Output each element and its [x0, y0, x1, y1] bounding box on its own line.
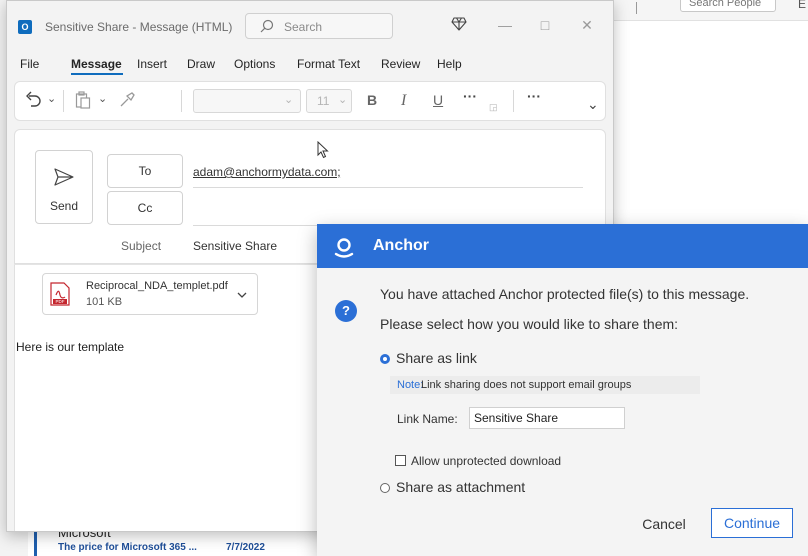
italic-button[interactable]: I [401, 92, 406, 110]
bold-button[interactable]: B [367, 92, 377, 108]
anchor-dialog: Anchor ? You have attached Anchor protec… [317, 224, 808, 556]
chevron-down-icon: ⌄ [338, 94, 348, 106]
tab-insert[interactable]: Insert [137, 57, 167, 71]
search-placeholder: Search [284, 20, 323, 34]
to-field-underline [193, 187, 583, 188]
tab-help[interactable]: Help [437, 57, 462, 71]
paste-dropdown-icon[interactable]: ⌄ [98, 92, 107, 105]
attachment-name: Reciprocal_NDA_templet.pdf [86, 280, 228, 292]
dialog-header: Anchor [317, 224, 808, 268]
dialog-message-line2: Please select how you would like to shar… [380, 316, 679, 332]
toolbar-edge-char: E [798, 0, 807, 11]
ribbon-separator [513, 90, 514, 112]
send-label: Send [49, 199, 79, 213]
ribbon: ⌄ ⌄ ⌄ 11 ⌄ B I U ··· ◲ ··· ⌄ [14, 81, 606, 121]
share-as-attachment-radio[interactable] [380, 483, 390, 493]
search-icon [260, 19, 274, 36]
note-text: Link sharing does not support email grou… [421, 379, 632, 391]
to-button[interactable]: To [107, 154, 183, 188]
send-button[interactable]: Send [35, 150, 93, 224]
title-search-box[interactable]: Search [245, 13, 393, 39]
outlook-icon: O [18, 20, 32, 34]
title-bar: O Sensitive Share - Message (HTML) Searc… [7, 1, 613, 51]
attachment-chip[interactable]: PDF Reciprocal_NDA_templet.pdf 101 KB [42, 273, 258, 315]
share-as-link-label[interactable]: Share as link [396, 350, 477, 366]
send-icon [53, 167, 75, 190]
mouse-cursor-icon [317, 140, 329, 162]
subject-field[interactable]: Sensitive Share [193, 239, 277, 253]
allow-unprotected-download-label[interactable]: Allow unprotected download [411, 454, 561, 468]
ribbon-expand-button[interactable]: ⌄ [587, 96, 599, 113]
tab-file[interactable]: File [20, 57, 39, 71]
font-name-dropdown[interactable]: ⌄ [193, 89, 301, 113]
tab-review[interactable]: Review [381, 57, 420, 71]
anchor-logo-icon [333, 236, 355, 261]
more-commands-button[interactable]: ··· [527, 88, 541, 104]
note-label: Note: [397, 379, 424, 391]
search-people-input[interactable]: Search People [680, 0, 776, 12]
chevron-down-icon[interactable] [237, 288, 247, 302]
mail-date: 7/7/2022 [226, 542, 265, 553]
undo-dropdown-icon[interactable]: ⌄ [47, 92, 56, 105]
font-size-dropdown[interactable]: 11 ⌄ [306, 89, 352, 113]
font-size-value: 11 [317, 94, 330, 108]
chevron-down-icon: ⌄ [284, 94, 294, 106]
subject-label: Subject [121, 239, 162, 253]
tab-draw[interactable]: Draw [187, 57, 215, 71]
dialog-launcher-icon[interactable]: ◲ [489, 102, 498, 113]
allow-unprotected-download-checkbox[interactable] [395, 455, 406, 466]
cancel-button[interactable]: Cancel [629, 509, 699, 539]
paste-icon[interactable] [75, 91, 91, 112]
mail-subject: The price for Microsoft 365 ... [58, 542, 197, 553]
attachment-size: 101 KB [86, 296, 123, 308]
cc-button[interactable]: Cc [107, 191, 183, 225]
format-painter-icon[interactable] [118, 91, 136, 112]
window-title: Sensitive Share - Message (HTML) [45, 20, 233, 34]
undo-icon[interactable] [25, 91, 41, 112]
continue-button[interactable]: Continue [711, 508, 793, 538]
message-body-text[interactable]: Here is our template [16, 340, 124, 354]
tab-options[interactable]: Options [234, 57, 275, 71]
ribbon-separator [181, 90, 182, 112]
toolbar-separator [636, 2, 637, 14]
svg-text:PDF: PDF [56, 299, 65, 304]
link-name-label: Link Name: [397, 412, 458, 426]
minimize-button[interactable]: — [493, 15, 517, 35]
ribbon-separator [63, 90, 64, 112]
link-name-input[interactable]: Sensitive Share [469, 407, 625, 429]
dialog-message-line1: You have attached Anchor protected file(… [380, 286, 750, 302]
share-as-link-radio[interactable] [380, 354, 390, 364]
underline-button[interactable]: U [433, 92, 443, 108]
diamond-icon[interactable] [451, 17, 467, 34]
pdf-file-icon: PDF [50, 282, 70, 306]
to-recipient[interactable]: adam@anchormydata.com; [193, 165, 341, 179]
more-font-options-button[interactable]: ··· [463, 88, 477, 104]
maximize-button[interactable]: □ [533, 15, 557, 35]
active-tab-indicator [71, 73, 123, 75]
tab-format-text[interactable]: Format Text [297, 57, 360, 71]
close-button[interactable]: ✕ [575, 15, 599, 35]
share-as-attachment-label[interactable]: Share as attachment [396, 479, 525, 495]
dialog-title: Anchor [373, 237, 429, 254]
question-icon: ? [335, 300, 357, 322]
tab-message[interactable]: Message [71, 57, 122, 71]
